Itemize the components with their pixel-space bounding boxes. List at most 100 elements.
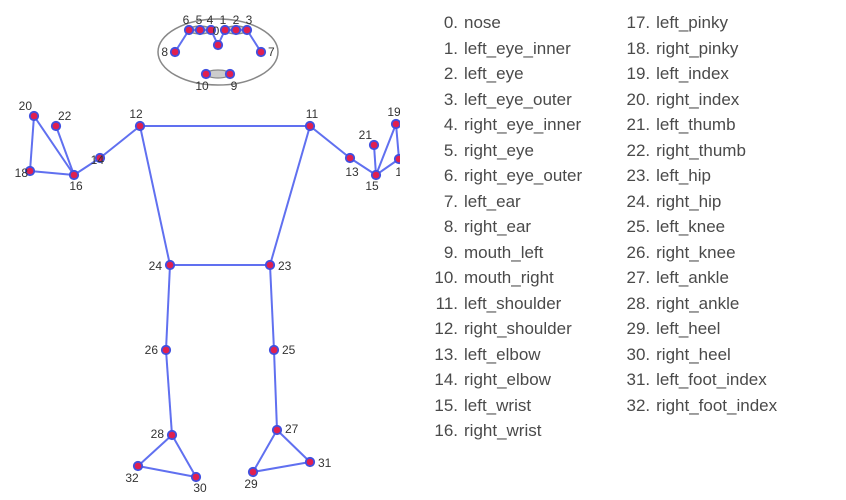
edge-30-32 (138, 466, 196, 477)
legend-idx: 22. (622, 138, 650, 164)
legend-row-11: 11. left_shoulder (430, 291, 582, 317)
legend-name: left_index (656, 64, 729, 83)
legend-name: left_shoulder (464, 294, 561, 313)
skeleton-edges (30, 30, 399, 477)
landmark-29-left_heel (249, 468, 257, 476)
legend-row-20: 20.right_index (622, 87, 777, 113)
legend-name: right_index (656, 90, 739, 109)
landmark-31-left_foot_index (306, 458, 314, 466)
landmark-26-right_knee (162, 346, 170, 354)
landmark-label-2: 2 (233, 13, 240, 27)
landmark-label-7: 7 (268, 45, 275, 59)
legend-idx: 7. (430, 189, 458, 215)
legend-row-10: 10.mouth_right (430, 265, 582, 291)
legend-row-17: 17.left_pinky (622, 10, 777, 36)
legend-row-5: 5.right_eye (430, 138, 582, 164)
landmark-label-23: 23 (278, 259, 292, 273)
landmark-label-5: 5 (196, 13, 203, 27)
skeleton-svg: 0123456789101112131415161718192021222324… (0, 0, 400, 500)
landmark-12-right_shoulder (136, 122, 144, 130)
landmark-15-left_wrist (372, 171, 380, 179)
landmark-label-25: 25 (282, 343, 296, 357)
legend-name: left_eye_inner (464, 39, 571, 58)
landmark-2-left_eye (232, 26, 240, 34)
landmark-24-right_hip (166, 261, 174, 269)
legend-row-31: 31.left_foot_index (622, 367, 777, 393)
legend-idx: 0. (430, 10, 458, 36)
legend-row-18: 18.right_pinky (622, 36, 777, 62)
legend-idx: 19. (622, 61, 650, 87)
legend-idx: 13. (430, 342, 458, 368)
legend-idx: 5. (430, 138, 458, 164)
legend-name: left_foot_index (656, 370, 767, 389)
legend-idx: 11. (430, 291, 458, 317)
legend-idx: 8. (430, 214, 458, 240)
edge-12-14 (100, 126, 140, 158)
edge-26-28 (166, 350, 172, 435)
legend-name: mouth_left (464, 243, 543, 262)
landmark-label-12: 12 (129, 107, 143, 121)
landmark-label-28: 28 (151, 427, 165, 441)
landmark-11-left_shoulder (306, 122, 314, 130)
edge-16-18 (30, 171, 74, 175)
landmark-label-8: 8 (161, 45, 168, 59)
landmark-3-left_eye_outer (243, 26, 251, 34)
skeleton-panel: 0123456789101112131415161718192021222324… (0, 0, 400, 500)
landmark-label-13: 13 (345, 165, 359, 179)
landmark-13-left_elbow (346, 154, 354, 162)
edge-25-27 (274, 350, 277, 430)
legend-row-1: 1. left_eye_inner (430, 36, 582, 62)
legend-name: mouth_right (464, 268, 554, 287)
legend-name: right_heel (656, 345, 731, 364)
legend-idx: 16. (430, 418, 458, 444)
landmark-label-19: 19 (387, 105, 400, 119)
legend-row-4: 4.right_eye_inner (430, 112, 582, 138)
legend-row-6: 6.right_eye_outer (430, 163, 582, 189)
landmark-16-right_wrist (70, 171, 78, 179)
legend-row-7: 7.left_ear (430, 189, 582, 215)
landmark-label-20: 20 (19, 99, 33, 113)
landmark-label-17: 17 (395, 165, 400, 179)
legend-idx: 30. (622, 342, 650, 368)
edge-27-29 (253, 430, 277, 472)
legend-row-0: 0.nose (430, 10, 582, 36)
landmark-label-0: 0 (213, 24, 220, 38)
landmark-32-right_foot_index (134, 462, 142, 470)
landmark-label-1: 1 (220, 13, 227, 27)
landmark-label-15: 15 (365, 179, 379, 193)
landmark-20-right_index (30, 112, 38, 120)
legend-idx: 27. (622, 265, 650, 291)
landmark-label-21: 21 (359, 128, 373, 142)
legend-row-13: 13. left_elbow (430, 342, 582, 368)
legend-row-23: 23.left_hip (622, 163, 777, 189)
landmark-23-left_hip (266, 261, 274, 269)
legend-row-14: 14. right_elbow (430, 367, 582, 393)
edge-28-30 (172, 435, 196, 477)
edge-11-13 (310, 126, 350, 158)
landmark-1-left_eye_inner (221, 26, 229, 34)
edge-23-25 (270, 265, 274, 350)
legend-name: left_elbow (464, 345, 541, 364)
landmark-9-mouth_left (226, 70, 234, 78)
legend-name: right_wrist (464, 421, 541, 440)
legend-row-21: 21.left_thumb (622, 112, 777, 138)
legend-row-28: 28.right_ankle (622, 291, 777, 317)
landmark-label-18: 18 (15, 166, 29, 180)
legend-name: right_elbow (464, 370, 551, 389)
edge-29-31 (253, 462, 310, 472)
legend-name: right_foot_index (656, 396, 777, 415)
legend-row-22: 22.right_thumb (622, 138, 777, 164)
legend-idx: 14. (430, 367, 458, 393)
legend-row-3: 3.left_eye_outer (430, 87, 582, 113)
landmark-27-left_ankle (273, 426, 281, 434)
landmark-8-right_ear (171, 48, 179, 56)
legend-row-30: 30. right_heel (622, 342, 777, 368)
landmark-label-16: 16 (69, 179, 83, 193)
legend-idx: 25. (622, 214, 650, 240)
edge-18-20 (30, 116, 34, 171)
legend-idx: 1. (430, 36, 458, 62)
landmark-label-9: 9 (231, 79, 238, 93)
legend-name: right_pinky (656, 39, 738, 58)
legend-row-26: 26.right_knee (622, 240, 777, 266)
legend-name: left_thumb (656, 115, 735, 134)
